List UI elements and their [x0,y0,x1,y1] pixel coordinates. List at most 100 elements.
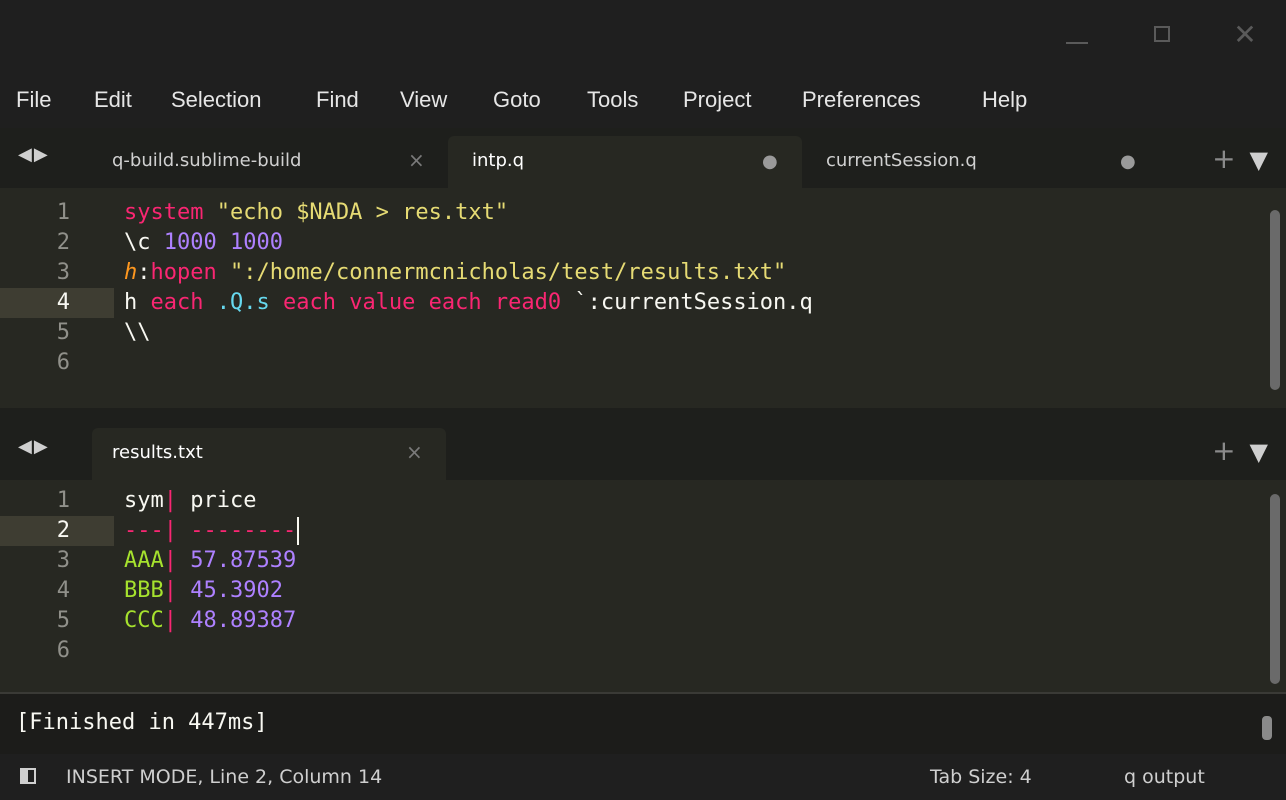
menu-help[interactable]: Help [982,78,1027,128]
line-number: 1 [56,488,70,513]
minimize-icon[interactable] [1064,22,1090,48]
line-number: 1 [56,200,70,225]
code-token: ":/home/connermcnicholas/test/results.tx… [229,260,787,285]
tab-q-build[interactable]: q-build.sublime-build × [92,136,442,188]
code-token: AAA [124,548,164,573]
line-number: 2 [56,518,70,543]
code-text: h:hopen ":/home/connermcnicholas/test/re… [124,258,786,288]
maximize-icon[interactable] [1150,22,1176,48]
panel-toggle-icon[interactable] [20,768,36,784]
code-line[interactable]: 5 CCC| 48.89387 [0,606,1260,636]
menu-bar: File Edit Selection Find View Goto Tools… [0,78,1286,128]
menu-view[interactable]: View [400,78,447,128]
menu-edit[interactable]: Edit [94,78,132,128]
code-token: h [124,290,151,315]
code-line[interactable]: 6 [0,348,1260,378]
editor-scrollbar[interactable] [1270,494,1280,684]
code-line[interactable]: 4 BBB| 45.3902 [0,576,1260,606]
status-bar: INSERT MODE, Line 2, Column 14 Tab Size:… [0,754,1286,800]
code-token: `:currentSession.q [574,290,813,315]
code-text: \c 1000 1000 [124,228,283,258]
code-text: BBB| 45.3902 [124,576,283,606]
code-line[interactable]: 3 AAA| 57.87539 [0,546,1260,576]
line-number: 3 [56,260,70,285]
status-syntax[interactable]: q output [1124,766,1205,788]
menu-project[interactable]: Project [683,78,751,128]
code-line[interactable]: 5 \\ [0,318,1260,348]
unsaved-dot-icon[interactable]: ● [762,151,778,172]
code-line[interactable]: 1 sym| price [0,486,1260,516]
line-number: 5 [56,608,70,633]
code-token: 45.3902 [177,578,283,603]
line-number: 5 [56,320,70,345]
code-line[interactable]: 6 [0,636,1260,666]
title-bar: ✕ [0,0,1286,78]
menu-file[interactable]: File [16,78,51,128]
code-editor-intp[interactable]: 1 system "echo $NADA > res.txt" 2 \c 1000 1… [0,188,1286,408]
tab-results-txt[interactable]: results.txt × [92,428,446,480]
close-tab-icon[interactable]: × [408,148,425,172]
tab-dropdown-icon[interactable]: ▼ [1250,146,1268,174]
close-icon[interactable]: ✕ [1232,21,1258,49]
code-line[interactable]: 4 h each .Q.s each value each read0 `:cur… [0,288,1260,318]
code-token: each [150,290,217,315]
line-number: 2 [56,230,70,255]
code-token: --- [124,518,164,543]
code-token: | [163,578,177,603]
code-text: CCC| 48.89387 [124,606,296,636]
status-tab-size[interactable]: Tab Size: 4 [930,766,1032,788]
tab-controls: + ▼ [1212,142,1268,175]
pane-divider[interactable] [0,408,1286,418]
code-token: hopen [150,260,230,285]
code-token: each value each read0 [282,290,575,315]
code-token: 57.87539 [177,548,297,573]
code-text: ---| -------- [124,516,300,546]
editor-scrollbar[interactable] [1270,210,1280,390]
code-text: \\ [124,318,151,348]
code-text: system "echo $NADA > res.txt" [124,198,508,228]
line-number: 3 [56,548,70,573]
tab-dropdown-icon[interactable]: ▼ [1250,438,1268,466]
code-token: \c [124,230,164,255]
code-token: \\ [124,320,151,345]
code-token: | [163,548,177,573]
build-output-panel[interactable]: [Finished in 447ms] [0,692,1286,754]
code-text: h each .Q.s each value each read0 `:curr… [124,288,813,318]
bottom-tab-bar: ◀▶ results.txt × + ▼ [0,418,1286,480]
menu-find[interactable]: Find [316,78,359,128]
new-tab-plus-icon[interactable]: + [1212,434,1235,467]
tab-nav-arrows-icon[interactable]: ◀▶ [18,144,50,165]
code-token: | [163,488,177,513]
code-token: "echo $NADA > res.txt" [216,200,509,225]
code-token: : [137,260,151,285]
code-line[interactable]: 1 system "echo $NADA > res.txt" [0,198,1260,228]
menu-goto[interactable]: Goto [493,78,541,128]
top-tab-bar: ◀▶ q-build.sublime-build × intp.q ● curr… [0,128,1286,188]
code-token: BBB [124,578,164,603]
code-line[interactable]: 2 \c 1000 1000 [0,228,1260,258]
code-token: .Q.s [216,290,283,315]
code-token: | [163,608,177,633]
code-token: 1000 1000 [163,230,283,255]
code-token: 48.89387 [177,608,297,633]
tab-label: q-build.sublime-build [112,150,302,171]
new-tab-plus-icon[interactable]: + [1212,142,1235,175]
status-mode: INSERT MODE, Line 2, Column 14 [66,766,383,788]
menu-preferences[interactable]: Preferences [802,78,921,128]
menu-selection[interactable]: Selection [171,78,262,128]
tab-currentsession-q[interactable]: currentSession.q ● [806,136,1156,188]
close-tab-icon[interactable]: × [406,440,423,464]
code-line[interactable]: 2 ---| -------- [0,516,1260,546]
menu-tools[interactable]: Tools [587,78,638,128]
output-scrollbar[interactable] [1262,716,1272,740]
text-cursor [297,517,300,545]
line-number: 6 [56,638,70,663]
code-line[interactable]: 3 h:hopen ":/home/connermcnicholas/test/r… [0,258,1260,288]
code-token: | [163,518,177,543]
tab-nav-arrows-icon[interactable]: ◀▶ [18,436,50,457]
line-number: 6 [56,350,70,375]
code-editor-results[interactable]: 1 sym| price 2 ---| -------- 3 AAA| 57.87539 4… [0,480,1286,692]
unsaved-dot-icon[interactable]: ● [1120,151,1136,172]
code-token: price [177,488,257,513]
tab-intp-q[interactable]: intp.q ● [448,136,802,188]
